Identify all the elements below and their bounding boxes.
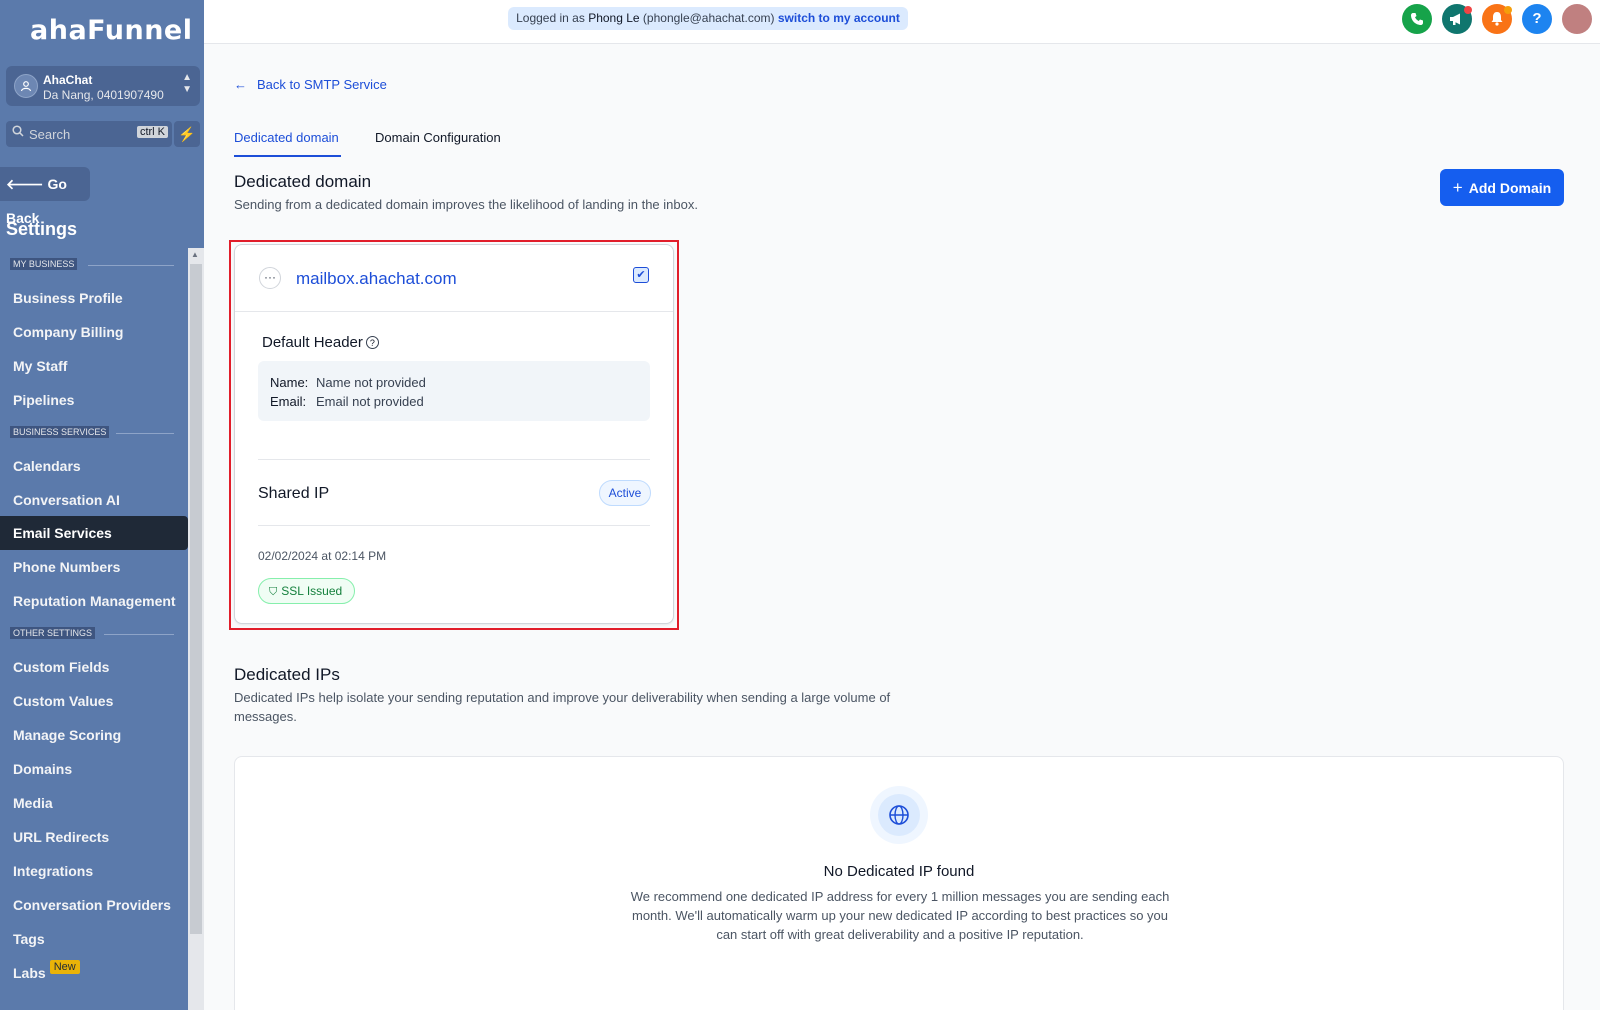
sidebar-item-integrations[interactable]: Integrations [0, 854, 188, 888]
sidebar-item-reputation-management[interactable]: Reputation Management [0, 584, 188, 618]
divider [258, 525, 650, 526]
sidebar-item-email-services[interactable]: Email Services [0, 516, 188, 550]
avatar[interactable] [1562, 4, 1592, 34]
account-location: Da Nang, 0401907490 [43, 88, 164, 102]
chevron-up-down-icon: ▲ ▼ [182, 72, 192, 95]
section-label-business-services: BUSINESS SERVICES [10, 426, 110, 438]
impersonated-user-email: (phongle@ahachat.com) [642, 11, 775, 25]
go-back-button[interactable]: 🡐 Go Back [0, 167, 90, 226]
sidebar-item-tags[interactable]: Tags [0, 922, 188, 956]
account-switcher[interactable]: AhaChat Da Nang, 0401907490 ▲ ▼ [6, 66, 200, 106]
notification-dot [1504, 6, 1512, 14]
name-key: Name: [270, 375, 309, 390]
search-shortcut: ctrl K [136, 126, 168, 138]
dedicated-ips-title: Dedicated IPs [234, 665, 340, 684]
back-to-smtp-link[interactable]: ← Back to SMTP Service [234, 77, 387, 92]
domain-select-checkbox[interactable]: ✔ [633, 267, 649, 283]
sidebar-item-phone-numbers[interactable]: Phone Numbers [0, 550, 188, 584]
empty-state-description: We recommend one dedicated IP address fo… [630, 889, 1170, 942]
sidebar-item-custom-fields[interactable]: Custom Fields [0, 650, 188, 684]
quick-action-bolt-icon[interactable]: ⚡ [174, 121, 200, 147]
sidebar-item-url-redirects[interactable]: URL Redirects [0, 820, 188, 854]
globe-icon-wrapper [870, 786, 928, 844]
impersonated-user-name: Phong Le [588, 11, 640, 25]
sidebar-item-company-billing[interactable]: Company Billing [0, 315, 188, 349]
topbar: Logged in as Phong Le (phongle@ahachat.c… [204, 0, 1600, 44]
sidebar-item-labs[interactable]: Labs New [0, 956, 188, 990]
ssl-badge: ⛉ SSL Issued [258, 578, 355, 604]
tab-domain-configuration[interactable]: Domain Configuration [375, 128, 501, 157]
help-icon[interactable]: ? [1522, 4, 1552, 34]
arrow-left-icon: 🡐 [6, 176, 44, 192]
bell-icon[interactable] [1482, 4, 1512, 34]
switch-account-link[interactable]: switch to my account [778, 11, 900, 25]
section-label-other-settings: OTHER SETTINGS [10, 627, 96, 639]
ip-type: Shared IP [258, 485, 330, 502]
shield-check-icon: ⛉ [269, 586, 278, 598]
add-domain-button[interactable]: + Add Domain [1440, 169, 1564, 206]
plus-icon: + [1452, 178, 1463, 197]
default-header-label: Default Header? [262, 334, 379, 351]
sidebar-item-business-profile[interactable]: Business Profile [0, 281, 188, 315]
scroll-up-icon[interactable]: ▲ [191, 250, 199, 259]
sidebar: ahaFunnel AhaChat Da Nang, 0401907490 ▲ ▼… [0, 0, 204, 1010]
search-placeholder: Search [29, 127, 71, 142]
sidebar-item-conversation-ai[interactable]: Conversation AI [0, 483, 188, 517]
sidebar-item-conversation-providers[interactable]: Conversation Providers [0, 888, 188, 922]
name-value: Name not provided [316, 375, 426, 390]
domain-name[interactable]: mailbox.ahachat.com [296, 269, 457, 289]
dedicated-domain-title: Dedicated domain [234, 172, 372, 191]
section-label-my-business: MY BUSINESS [10, 258, 78, 270]
sidebar-item-manage-scoring[interactable]: Manage Scoring [0, 718, 188, 752]
default-header-box: Name: Name not provided Email: Email not p… [258, 361, 650, 421]
app-logo: ahaFunnel [30, 15, 193, 46]
new-badge: New [49, 960, 80, 974]
account-name: AhaChat [43, 73, 93, 87]
tab-dedicated-domain[interactable]: Dedicated domain [234, 128, 341, 157]
phone-icon[interactable] [1402, 4, 1432, 34]
settings-title: Settings [6, 219, 78, 239]
empty-state-title: No Dedicated IP found [823, 863, 975, 880]
sidebar-item-pipelines[interactable]: Pipelines [0, 383, 188, 417]
status-badge: Active [599, 480, 651, 506]
sidebar-item-domains[interactable]: Domains [0, 752, 188, 786]
email-value: Email not provided [316, 394, 424, 409]
user-icon [14, 74, 38, 98]
arrow-left-icon: ← [234, 77, 247, 92]
more-options-icon[interactable]: ··· [259, 267, 281, 289]
dedicated-ips-subtitle: Dedicated IPs help isolate your sending … [234, 690, 891, 724]
notification-dot [1464, 6, 1472, 14]
divider [258, 459, 650, 460]
help-circle-icon[interactable]: ? [365, 336, 379, 349]
megaphone-icon[interactable] [1442, 4, 1472, 34]
section-divider [116, 433, 174, 434]
section-divider [104, 634, 174, 635]
created-date: 02/02/2024 at 02:14 PM [258, 549, 387, 563]
globe-icon [878, 794, 920, 836]
section-divider [88, 265, 174, 266]
sidebar-item-media[interactable]: Media [0, 786, 188, 820]
dedicated-domain-subtitle: Sending from a dedicated domain improves… [234, 197, 698, 212]
search-input[interactable]: Search ctrl K [6, 121, 172, 147]
sidebar-item-custom-values[interactable]: Custom Values [0, 684, 188, 718]
impersonation-banner: Logged in as Phong Le (phongle@ahachat.c… [508, 7, 908, 30]
dedicated-ips-empty-state: No Dedicated IP found We recommend one d… [234, 756, 1564, 1010]
search-icon [12, 125, 24, 140]
domain-card-header: ··· mailbox.ahachat.com ✔ [235, 245, 673, 312]
sidebar-item-my-staff[interactable]: My Staff [0, 349, 188, 383]
domain-card: ··· mailbox.ahachat.com ✔ Default Header… [234, 244, 674, 624]
sidebar-item-calendars[interactable]: Calendars [0, 449, 188, 483]
email-key: Email: [270, 394, 307, 409]
sidebar-scrollbar-thumb[interactable] [190, 264, 202, 934]
